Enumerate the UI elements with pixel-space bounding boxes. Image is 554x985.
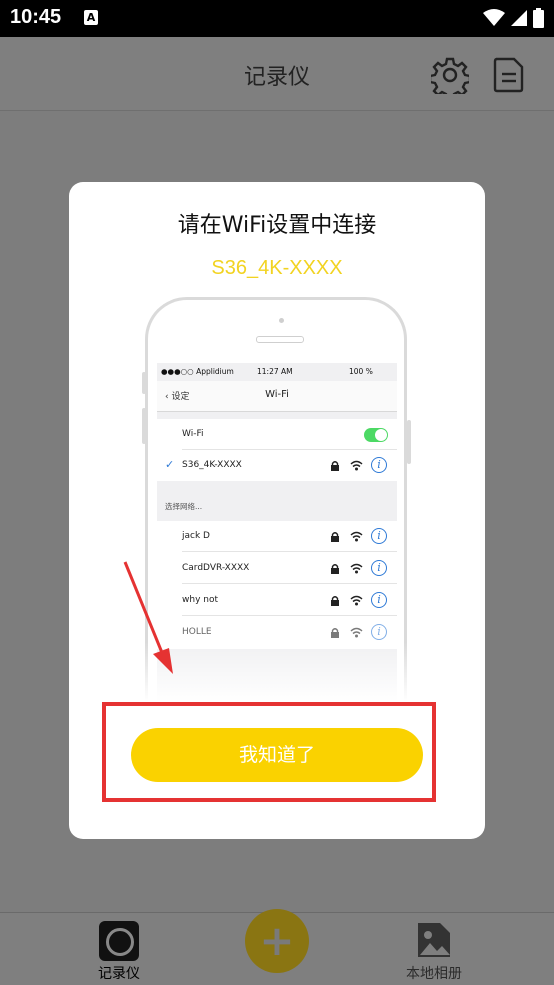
wifi-signal-icon <box>483 9 505 26</box>
page-title: 记录仪 <box>243 65 310 90</box>
lock-icon <box>331 596 339 606</box>
app-bar: 记录仪 <box>0 37 554 111</box>
phone-speaker <box>256 336 304 343</box>
phone-camera <box>279 318 284 323</box>
info-icon: i <box>371 592 387 608</box>
wifi-icon <box>350 563 363 574</box>
tab-album-label[interactable]: 本地相册 <box>394 963 474 983</box>
info-icon: i <box>371 457 387 473</box>
network-row: CardDVR-XXXX i <box>157 553 397 584</box>
connected-network-name: S36_4K-XXXX <box>182 460 242 470</box>
info-icon: i <box>371 528 387 544</box>
got-it-button[interactable]: 我知道了 <box>131 728 423 782</box>
album-tab-icon[interactable] <box>416 921 452 959</box>
ios-status-bar: ●●●○○ Applidium 11:27 AM 100 % <box>157 363 397 381</box>
lock-icon <box>331 532 339 542</box>
wifi-connect-dialog: 请在WiFi设置中连接 S36_4K-XXXX ●●●○○ Applidium … <box>69 182 485 839</box>
lock-icon <box>331 628 339 638</box>
wifi-toggle-row: Wi-Fi <box>157 419 397 450</box>
wifi-icon <box>350 627 363 638</box>
ios-battery: 100 % <box>349 367 373 376</box>
network-name: jack D <box>182 531 210 541</box>
notification-a-icon: A <box>84 10 98 25</box>
status-time: 10:45 <box>10 6 62 28</box>
wifi-icon <box>350 460 363 471</box>
document-icon[interactable] <box>493 56 525 94</box>
phone-side-button <box>142 372 146 394</box>
recorder-tab-icon[interactable] <box>99 921 139 961</box>
phone-side-button <box>142 408 146 444</box>
ios-nav-title: Wi-Fi <box>265 389 289 400</box>
lock-icon <box>331 564 339 574</box>
connected-network-row: ✓ S36_4K-XXXX i <box>157 450 397 481</box>
network-list: jack D i CardDVR-XXXX i why not i HOLLE … <box>157 521 397 649</box>
wifi-group: Wi-Fi ✓ S36_4K-XXXX i <box>157 419 397 481</box>
network-name: why not <box>182 595 218 605</box>
plus-icon: + <box>259 916 295 965</box>
dialog-title: 请在WiFi设置中连接 <box>177 213 377 238</box>
info-icon: i <box>371 560 387 576</box>
checkmark-icon: ✓ <box>165 458 175 471</box>
lock-icon <box>331 461 339 471</box>
network-row: why not i <box>157 585 397 616</box>
network-name: HOLLE <box>182 627 212 637</box>
network-row: jack D i <box>157 521 397 552</box>
tab-recorder-label[interactable]: 记录仪 <box>82 963 156 983</box>
info-icon: i <box>371 624 387 640</box>
dialog-ssid: S36_4K-XXXX <box>211 257 343 279</box>
wifi-toggle <box>364 428 388 442</box>
cell-signal-icon <box>511 10 527 26</box>
wifi-icon <box>350 595 363 606</box>
add-button[interactable]: + <box>245 909 309 973</box>
wifi-toggle-label: Wi-Fi <box>182 429 204 439</box>
network-name: CardDVR-XXXX <box>182 563 250 573</box>
status-bar: 10:45 A <box>0 0 554 37</box>
phone-side-button <box>407 420 411 464</box>
battery-icon <box>533 8 544 28</box>
wifi-icon <box>350 531 363 542</box>
ios-carrier: ●●●○○ Applidium <box>161 367 234 376</box>
gear-icon[interactable] <box>431 56 469 94</box>
status-icons <box>483 7 544 29</box>
ios-nav-bar: ‹ 设定 Wi-Fi <box>157 381 397 412</box>
network-section-label: 选择网络... <box>165 502 203 511</box>
ios-time: 11:27 AM <box>257 367 293 376</box>
